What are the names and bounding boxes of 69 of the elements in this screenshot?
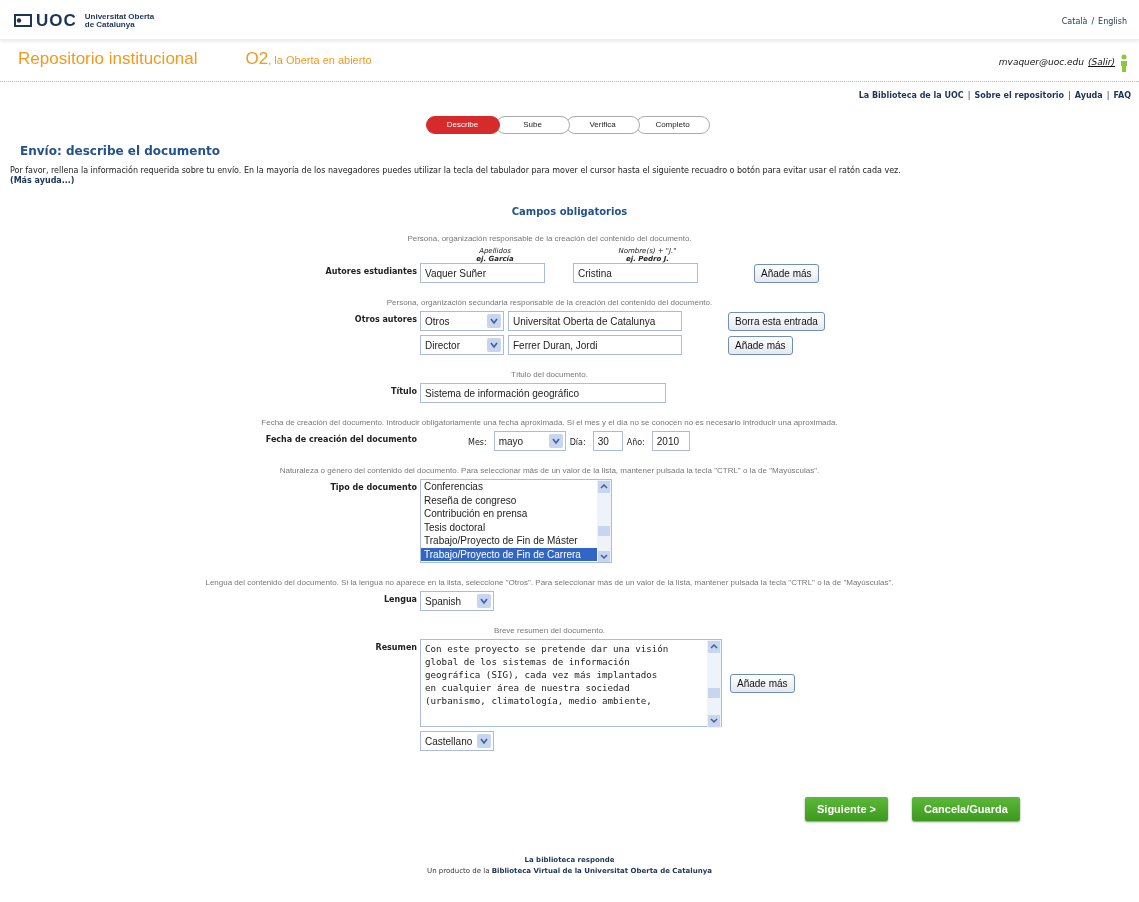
entry-button[interactable]: Borra esta entrada <box>728 311 825 331</box>
nav-link[interactable]: Sobre el repositorio <box>974 90 1065 102</box>
logo-icon <box>14 13 32 29</box>
caret-icon <box>487 314 501 328</box>
caret-icon <box>477 594 491 608</box>
help-link[interactable]: (Más ayuda...) <box>10 176 75 185</box>
nav-link[interactable]: La Biblioteca de la UOC <box>858 90 964 102</box>
add-more-button[interactable]: Añade más <box>754 263 819 283</box>
caret-icon <box>487 338 501 352</box>
section-title: Campos obligatorios <box>510 205 629 219</box>
field-label: Lengua <box>382 594 418 606</box>
entry-button[interactable]: Añade más <box>728 335 793 355</box>
field-label: Otros autores <box>353 314 418 326</box>
year-field[interactable]: 2010 <box>651 431 690 451</box>
abstract-field[interactable]: Con este proyecto se pretende dar una visión global de los sistemas de información geográfica (SIG), cada vez más implantados en cualquier área de nuestra sociedad (urbanismo, climatología, medio ambiente, <box>420 639 722 727</box>
field-hint: Naturaleza o género del contenido del documento. Para seleccionar más de un valor de la lista, mantener pulsada la tecla "CTRL" o la de "Mayúsculas". <box>278 465 821 477</box>
text-field[interactable]: Ferrer Duran, Jordi <box>508 335 682 355</box>
language-link[interactable]: English <box>1098 16 1127 28</box>
field-label: Autores estudiantes <box>324 266 418 278</box>
field-hint: Título del documento. <box>510 369 589 381</box>
text-field[interactable]: Sistema de información geográfico <box>420 383 666 403</box>
role-select[interactable]: Director <box>420 335 504 355</box>
list-option[interactable]: Contribución en prensa <box>421 507 597 521</box>
field-label: Título <box>390 386 418 398</box>
field-label: Resumen <box>374 642 418 654</box>
tagline: , la Oberta en abierto <box>268 54 372 68</box>
logout-link[interactable]: (Salir) <box>1088 56 1115 70</box>
list-option[interactable]: Conferencias <box>421 480 597 494</box>
list-option[interactable]: Trabajo/Proyecto de Fin de Carrera <box>421 547 597 561</box>
caret-icon <box>477 734 491 748</box>
progress-step[interactable]: Describe <box>425 116 500 134</box>
field-hint: Persona, organización responsable de la creación del contenido del documento. <box>406 233 693 245</box>
field-hint: Persona, organización secundaria responsable de la creación del contenido del documento. <box>385 297 714 309</box>
page-title: Envío: describe el documento <box>20 143 221 160</box>
text-field[interactable]: Vaquer Suñer <box>420 263 545 283</box>
logo: UOC <box>36 10 77 32</box>
field-label: Mes: <box>468 436 488 449</box>
field-hint: Breve resumen del documento. <box>492 625 607 637</box>
month-select[interactable]: mayo <box>493 431 566 451</box>
text-field[interactable]: Cristina <box>573 263 698 283</box>
separator: | <box>967 90 971 102</box>
site-title: Repositorio institucional <box>18 48 198 70</box>
separator: | <box>1068 90 1071 102</box>
separator: / <box>1091 16 1095 28</box>
field-hint: Fecha de creación del documento. Introducir obligatoriamente una fecha aproximada. Si el mes y el día no se conocen no es necesario introducir una aproximada. <box>260 417 839 429</box>
field-label: Tipo de documento <box>329 482 418 494</box>
user-email: mvaquer@uoc.edu <box>998 56 1085 70</box>
text-field[interactable]: Universitat Oberta de Catalunya <box>508 311 682 331</box>
nav-link[interactable]: Ayuda <box>1074 90 1103 102</box>
field-label: Año: <box>626 436 646 449</box>
add-more-button[interactable]: Añade más <box>730 673 795 693</box>
role-select[interactable]: Otros <box>420 311 504 331</box>
intro-text: Por favor, rellena la información requerida sobre tu envío. En la mayoría de los navegadores puedes utilizar la tecla del tabulador para mover el cursor hasta el siguiente recuadro o botón para evitar usar el ratón cada vez. <box>10 166 901 175</box>
language-link[interactable]: Català <box>1061 16 1088 28</box>
field-label: Día: <box>569 436 587 449</box>
institution-name: Universitat Oberta de Catalunya <box>84 12 155 29</box>
person-icon <box>1119 54 1129 72</box>
list-option[interactable]: Reseña de congreso <box>421 493 597 507</box>
language-select[interactable]: Castellano <box>420 731 494 751</box>
caret-icon <box>548 434 563 448</box>
list-option[interactable]: Tesis doctoral <box>421 520 597 534</box>
field-label: Fecha de creación del documento <box>264 433 418 446</box>
separator: | <box>1106 90 1110 102</box>
list-option[interactable]: Trabajo/Proyecto de Fin de Máster <box>421 534 597 548</box>
document-type-list[interactable]: Conferencias Reseña de congreso Contribución en prensa Tesis doctoral Trabajo/Proyecto de Fin de Máster Trabajo/Proyecto de Fin de Carrera <box>420 479 612 563</box>
language-select[interactable]: Spanish <box>420 591 494 611</box>
day-field[interactable]: 30 <box>592 431 623 451</box>
nav-link[interactable]: FAQ <box>1113 90 1131 102</box>
field-hint: Lengua del contenido del documento. Si la lengua no aparece en la lista, seleccione "Otros". Para seleccionar más de un valor de la lista, mantener pulsada la tecla "CTRL" o la de "Mayúsculas". <box>204 577 895 589</box>
